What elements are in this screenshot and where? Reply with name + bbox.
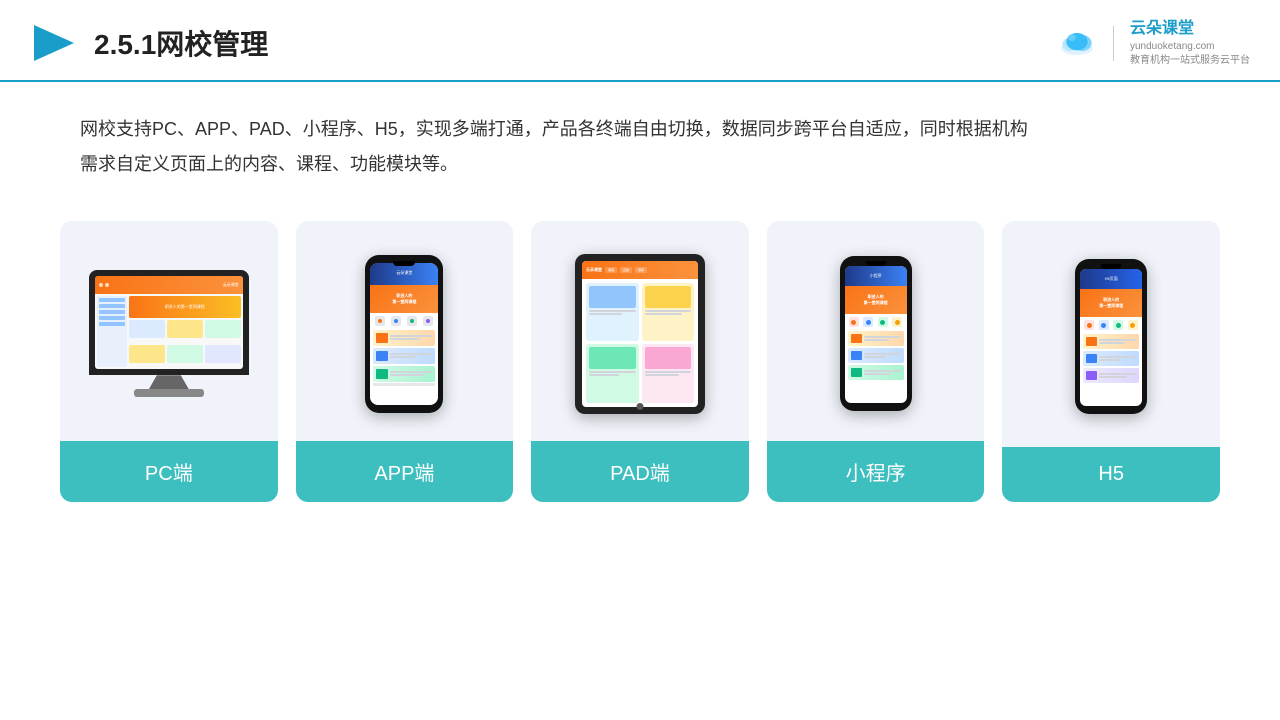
pad-tablet-icon: 云朵课堂 课程 直播 题库 [575, 254, 705, 414]
card-app: 云朵课堂 职进人的第一堂同课程 [296, 221, 514, 502]
page-title: 2.5.1网校管理 [94, 23, 268, 63]
card-app-label: APP端 [296, 441, 514, 502]
description-section: 网校支持PC、APP、PAD、小程序、H5，实现多端打通，产品各终端自由切换，数… [0, 82, 1280, 190]
card-miniprogram-image: 小程序 职进人的第一堂同课程 [767, 221, 985, 441]
card-pad-image: 云朵课堂 课程 直播 题库 [531, 221, 749, 441]
card-h5-image: H5页面 职进人的第一堂同课程 [1002, 221, 1220, 447]
pc-monitor-icon: 云朵课堂 [89, 270, 249, 397]
header: 2.5.1网校管理 云朵课堂 yunduoketang.com 教育机构一站式服… [0, 0, 1280, 82]
h5-phone-icon: H5页面 职进人的第一堂同课程 [1075, 259, 1147, 414]
card-miniprogram-label: 小程序 [767, 441, 985, 502]
header-right: 云朵课堂 yunduoketang.com 教育机构一站式服务云平台 [1057, 18, 1250, 68]
card-miniprogram: 小程序 职进人的第一堂同课程 [767, 221, 985, 502]
card-h5: H5页面 职进人的第一堂同课程 [1002, 221, 1220, 502]
card-pad: 云朵课堂 课程 直播 题库 [531, 221, 749, 502]
card-pc-label: PC端 [60, 441, 278, 502]
description-line2: 需求自定义页面上的内容、课程、功能模块等。 [80, 147, 1200, 181]
logo-arrow-icon [30, 19, 78, 67]
brand-cloud-icon [1057, 28, 1097, 58]
brand-divider [1113, 26, 1114, 61]
card-pc-image: 云朵课堂 [60, 221, 278, 441]
card-pad-label: PAD端 [531, 441, 749, 502]
header-left: 2.5.1网校管理 [30, 19, 268, 67]
brand-info: 云朵课堂 yunduoketang.com 教育机构一站式服务云平台 [1130, 18, 1250, 68]
description-line1: 网校支持PC、APP、PAD、小程序、H5，实现多端打通，产品各终端自由切换，数… [80, 112, 1200, 146]
app-phone-icon: 云朵课堂 职进人的第一堂同课程 [365, 255, 443, 413]
miniprogram-phone-icon: 小程序 职进人的第一堂同课程 [840, 256, 912, 411]
card-h5-label: H5 [1002, 447, 1220, 502]
card-pc: 云朵课堂 [60, 221, 278, 502]
cards-section: 云朵课堂 [0, 201, 1280, 532]
card-app-image: 云朵课堂 职进人的第一堂同课程 [296, 221, 514, 441]
